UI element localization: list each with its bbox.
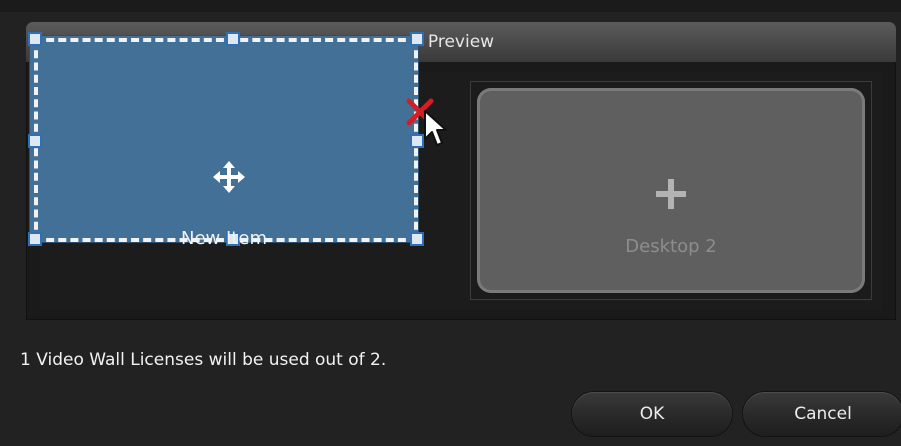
- license-usage-message: 1 Video Wall Licenses will be used out o…: [20, 350, 387, 370]
- dialog-top-edge: [0, 0, 901, 12]
- move-icon[interactable]: [209, 157, 249, 197]
- mouse-cursor-icon: [424, 110, 447, 146]
- resize-handle-top[interactable]: [226, 32, 240, 46]
- cancel-button[interactable]: Cancel: [743, 392, 901, 436]
- resize-handle-top-left[interactable]: [28, 32, 42, 46]
- selection-frame: [34, 38, 418, 242]
- plus-icon[interactable]: [653, 176, 689, 212]
- desktop-slot-label: Desktop 2: [625, 236, 717, 257]
- resize-handle-left[interactable]: [28, 134, 42, 148]
- resize-handle-right[interactable]: [410, 134, 424, 148]
- preview-item-label: New Item: [181, 228, 267, 249]
- ok-button[interactable]: OK: [572, 392, 732, 436]
- resize-handle-top-right[interactable]: [410, 32, 424, 46]
